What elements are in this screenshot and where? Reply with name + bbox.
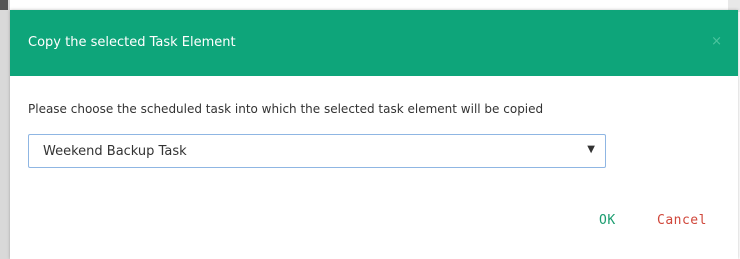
copy-task-element-dialog: Copy the selected Task Element × Please …	[10, 10, 738, 259]
dialog-prompt: Please choose the scheduled task into wh…	[28, 102, 544, 116]
dialog-title: Copy the selected Task Element	[28, 35, 236, 50]
cancel-button[interactable]: Cancel	[657, 213, 707, 228]
close-icon[interactable]: ×	[711, 34, 722, 50]
background-window-corner	[0, 0, 8, 10]
background-window-edge	[0, 0, 10, 259]
chevron-down-icon: ▼	[587, 144, 595, 155]
dialog-header: Copy the selected Task Element ×	[10, 10, 738, 76]
ok-button[interactable]: OK	[599, 213, 616, 228]
scheduled-task-select-value: Weekend Backup Task	[43, 144, 187, 159]
scheduled-task-select[interactable]: Weekend Backup Task ▼	[28, 134, 606, 168]
